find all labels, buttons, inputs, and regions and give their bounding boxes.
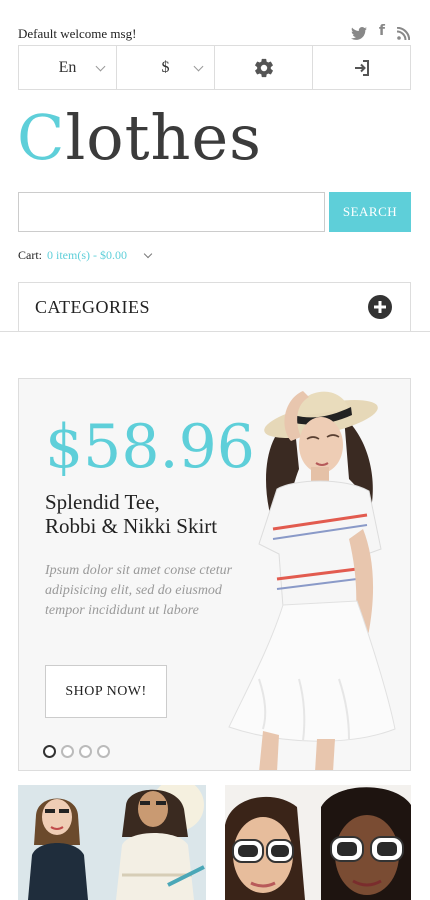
language-value: En [58,58,77,76]
chevron-down-icon [95,61,106,72]
shop-now-button[interactable]: SHOP NOW! [45,665,167,718]
site-logo[interactable]: Clothes [17,107,262,169]
friends-photo [18,785,206,900]
slider-dot[interactable] [97,745,110,758]
cart-value: 0 item(s) - $0.00 [47,248,127,262]
search-input[interactable] [18,192,325,232]
twitter-icon[interactable] [350,25,367,40]
rss-icon[interactable] [396,25,411,40]
promo-thumbnail[interactable] [18,785,206,900]
product-price: $58.96 [45,412,255,482]
product-title-line: Robbi & Nikki Skirt [45,514,218,538]
header-selectors: En $ [18,45,411,90]
categories-label: CATEGORIES [35,296,151,317]
logo-rest: lothes [65,101,262,174]
language-selector[interactable]: En [19,46,117,89]
logo-first-letter: C [17,101,66,174]
slider-pagination [43,745,110,758]
slider-dot[interactable] [61,745,74,758]
cart-label: Cart: [18,248,42,262]
cart-summary[interactable]: Cart: 0 item(s) - $0.00 [18,248,153,263]
currency-selector[interactable]: $ [117,46,215,89]
slider-dot[interactable] [79,745,92,758]
sunglasses-photo [225,785,411,900]
welcome-message: Default welcome msg! [18,26,137,41]
search-button[interactable]: SEARCH [329,192,411,232]
chevron-down-icon [193,61,204,72]
gear-icon [253,57,275,79]
settings-button[interactable] [215,46,313,89]
login-button[interactable] [313,46,410,89]
slider-dot[interactable] [43,745,56,758]
divider [0,331,430,332]
product-title-line: Splendid Tee, [45,490,160,514]
currency-value: $ [161,58,170,76]
login-icon [352,58,372,78]
chevron-down-icon [143,249,153,259]
social-links: f [350,24,411,40]
facebook-icon[interactable]: f [379,24,385,38]
categories-toggle[interactable]: CATEGORIES [18,282,411,331]
product-description: Ipsum dolor sit amet conse ctetur adipis… [45,563,233,618]
promo-thumbnail[interactable] [225,785,411,900]
product-title: Splendid Tee, Robbi & Nikki Skirt [45,490,255,538]
promo-banner: $58.96 Splendid Tee, Robbi & Nikki Skirt… [18,378,411,771]
plus-icon [368,295,392,319]
